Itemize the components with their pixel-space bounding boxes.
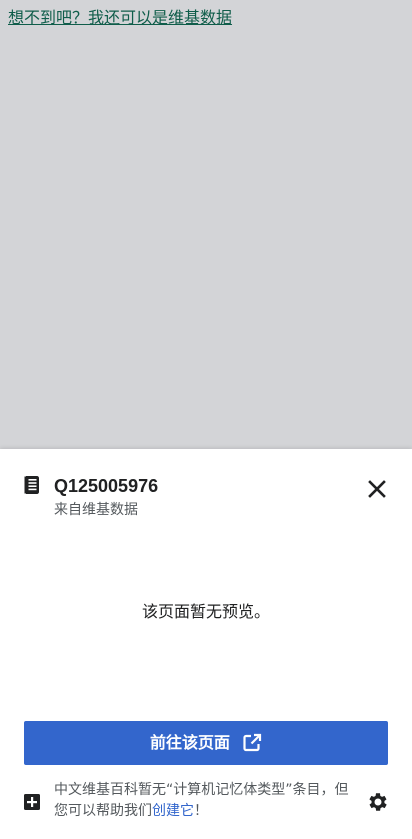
preview-sheet: Q125005976 来自维基数据 该页面暂无预览。 前往该页面 中文维基百科暂… [0, 449, 412, 839]
external-link-icon [243, 733, 262, 752]
page-root: 想不到吧？我还可以是维基数据 Q125005976 来自维基数据 该页面暂无预览… [0, 0, 412, 839]
add-page-icon [24, 794, 40, 810]
preview-subtitle: 来自维基数据 [54, 502, 138, 518]
close-icon [368, 480, 386, 498]
create-article-link[interactable]: 创建它 [152, 803, 194, 819]
footer-message: 中文维基百科暂无“计算机记忆体类型”条目，但您可以帮助我们创建它！ [54, 780, 354, 822]
gear-icon[interactable] [366, 790, 390, 814]
preview-title: Q125005976 [54, 476, 159, 496]
book-icon [24, 476, 39, 494]
go-to-page-label: 前往该页面 [149, 733, 230, 752]
no-preview-message: 该页面暂无预览。 [141, 602, 270, 621]
footer-text-after: ！ [194, 803, 208, 819]
go-to-page-button[interactable]: 前往该页面 [24, 721, 388, 765]
close-button[interactable] [364, 476, 390, 502]
wikidata-link[interactable]: 想不到吧？我还可以是维基数据 [8, 7, 232, 29]
